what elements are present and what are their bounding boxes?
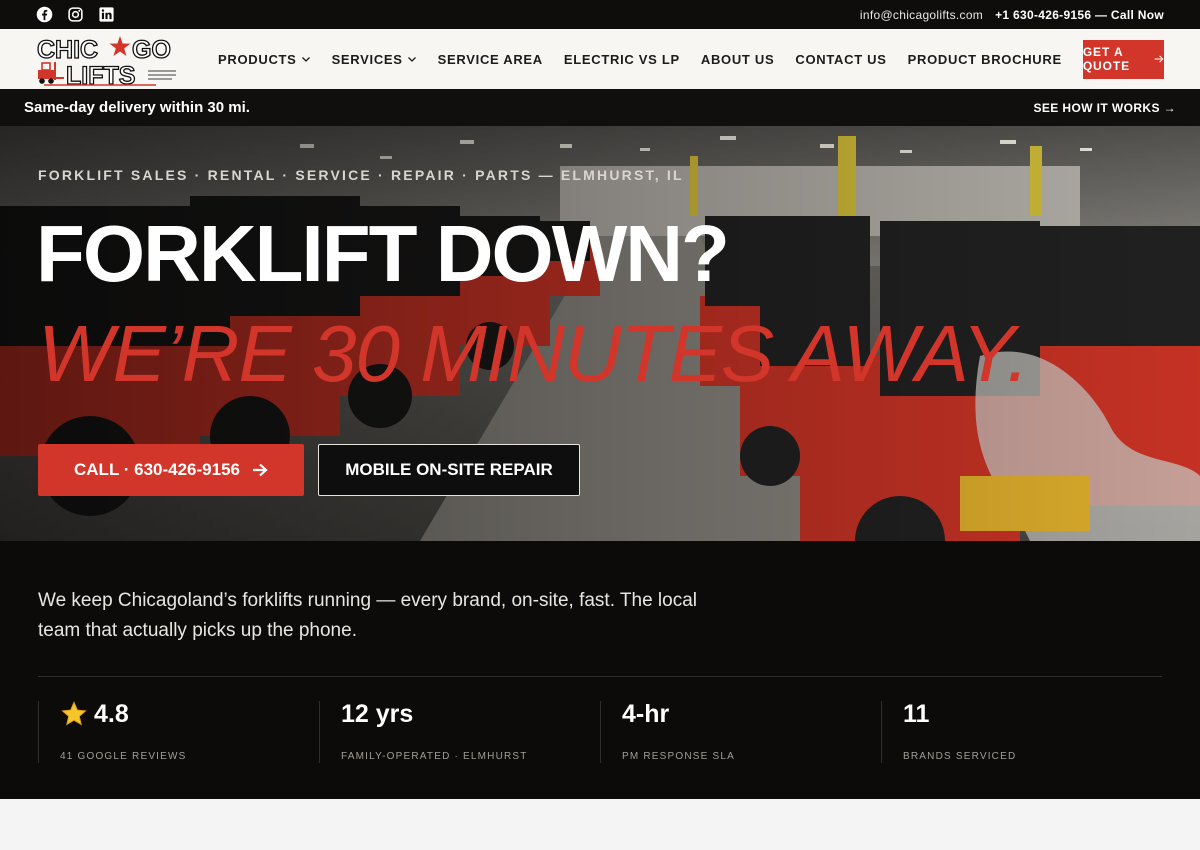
email-link[interactable]: info@chicagolifts.com <box>860 8 983 22</box>
stat-value-text: 4.8 <box>94 699 129 728</box>
arrow-right-icon <box>1154 55 1164 63</box>
hero-section: FORKLIFT SALES · RENTAL · SERVICE · REPA… <box>0 126 1200 541</box>
nav-item-label: PRODUCTS <box>218 51 297 67</box>
top-bar: info@chicagolifts.com +1 630-426-9156 — … <box>0 0 1200 29</box>
mobile-repair-button[interactable]: MOBILE ON-SITE REPAIR <box>318 444 580 496</box>
logo-graphic: CHIC GO LIFTS <box>36 35 176 91</box>
nav-item-label: SERVICES <box>331 51 403 67</box>
logo[interactable]: CHIC GO LIFTS <box>36 32 180 91</box>
delivery-strip: Same-day delivery within 30 mi. SEE HOW … <box>0 89 1200 126</box>
hero-eyebrow: FORKLIFT SALES · RENTAL · SERVICE · REPA… <box>38 167 684 183</box>
see-how-it-works-link[interactable]: SEE HOW IT WORKS → <box>1033 101 1176 115</box>
call-button[interactable]: CALL · 630-426-9156 <box>38 444 304 496</box>
star-icon <box>61 701 87 726</box>
contact-info: info@chicagolifts.com +1 630-426-9156 — … <box>860 8 1164 22</box>
logo-text-top: CHIC <box>37 36 98 64</box>
nav-item-products[interactable]: PRODUCTS <box>218 52 311 67</box>
forklift-icon <box>38 62 64 84</box>
stat-value: 4.8 <box>60 699 319 728</box>
instagram-icon[interactable] <box>67 6 84 23</box>
nav-item-contact-us[interactable]: CONTACT US <box>795 52 886 67</box>
stat-label: 41 GOOGLE REVIEWS <box>60 751 187 762</box>
call-button-label: CALL · 630-426-9156 <box>74 460 240 479</box>
phone-link[interactable]: +1 630-426-9156 — Call Now <box>995 8 1164 22</box>
stat-value: 12 yrs <box>341 699 414 728</box>
stat-label: BRANDS SERVICED <box>903 751 1017 762</box>
intro-lead-text: We keep Chicagoland’s forklifts running … <box>38 590 698 641</box>
stat-response: 4-hr PM RESPONSE SLA <box>600 699 881 763</box>
linkedin-icon[interactable] <box>98 6 115 23</box>
get-quote-label: GET A QUOTE <box>1082 45 1130 73</box>
chevron-down-icon <box>407 57 416 62</box>
arrow-right-icon <box>253 463 268 477</box>
divider <box>38 676 1162 677</box>
facebook-icon[interactable] <box>36 6 53 23</box>
main-navigation: CHIC GO LIFTS PRODUCTS SERVICES SERVICE … <box>0 29 1200 91</box>
nav-item-electric-vs-lp[interactable]: ELECTRIC VS LP <box>564 52 680 67</box>
social-links <box>36 6 115 23</box>
next-section <box>0 799 1200 850</box>
stat-value: 11 <box>903 699 930 728</box>
stat-years: 12 yrs FAMILY-OPERATED · ELMHURST <box>319 699 600 763</box>
stat-brands: 11 BRANDS SERVICED <box>881 699 1162 763</box>
hero-subheadline: WE’RE 30 MINUTES AWAY. <box>38 309 1029 398</box>
chevron-down-icon <box>301 57 310 62</box>
intro-section: We keep Chicagoland’s forklifts running … <box>0 541 1200 799</box>
logo-text-top-right: GO <box>132 36 171 64</box>
hero-headline: FORKLIFT DOWN? <box>36 209 730 298</box>
nav-item-service-area[interactable]: SERVICE AREA <box>438 52 543 67</box>
get-quote-button[interactable]: GET A QUOTE <box>1082 39 1164 79</box>
logo-star-icon <box>109 36 131 56</box>
logo-text-bottom: LIFTS <box>66 62 135 86</box>
delivery-message: Same-day delivery within 30 mi. <box>24 99 250 116</box>
nav-item-services[interactable]: SERVICES <box>332 52 417 67</box>
stat-rating: 4.8 41 GOOGLE REVIEWS <box>38 699 319 763</box>
nav-item-about-us[interactable]: ABOUT US <box>701 52 775 67</box>
stat-label: PM RESPONSE SLA <box>622 751 736 762</box>
nav-menu: PRODUCTS SERVICES SERVICE AREA ELECTRIC … <box>218 52 1083 67</box>
nav-item-product-brochure[interactable]: PRODUCT BROCHURE <box>908 52 1062 67</box>
stat-label: FAMILY-OPERATED · ELMHURST <box>341 751 528 762</box>
stats-row: 4.8 41 GOOGLE REVIEWS 12 yrs FAMILY-OPER… <box>38 699 1162 763</box>
stat-value: 4-hr <box>622 699 670 728</box>
